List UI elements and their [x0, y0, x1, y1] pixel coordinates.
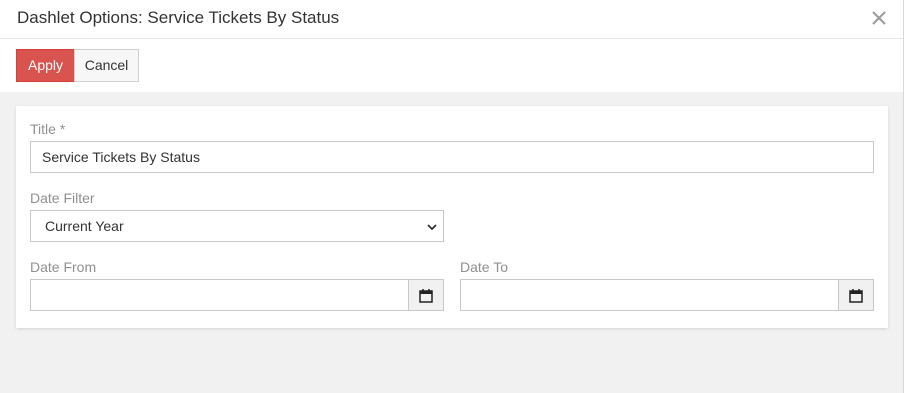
title-label: Title * — [30, 121, 66, 137]
apply-button[interactable]: Apply — [16, 49, 75, 82]
title-input[interactable]: Service Tickets By Status — [30, 141, 874, 173]
date-from-calendar-button[interactable] — [408, 279, 444, 311]
date-to-label: Date To — [460, 259, 508, 275]
date-filter-select[interactable]: Current Year — [30, 210, 444, 242]
date-filter-label: Date Filter — [30, 190, 95, 206]
dialog-toolbar: Apply Cancel — [0, 39, 903, 92]
date-filter-value: Current Year — [45, 218, 124, 234]
cancel-button[interactable]: Cancel — [74, 49, 139, 82]
chevron-down-icon — [427, 224, 437, 231]
calendar-icon — [419, 289, 433, 303]
dialog-header: Dashlet Options: Service Tickets By Stat… — [0, 0, 903, 39]
date-from-input[interactable] — [30, 279, 410, 311]
dashlet-options-dialog: Dashlet Options: Service Tickets By Stat… — [0, 0, 904, 393]
date-to-input[interactable] — [460, 279, 840, 311]
dialog-title: Dashlet Options: Service Tickets By Stat… — [17, 8, 340, 27]
calendar-icon — [849, 289, 863, 303]
date-from-label: Date From — [30, 259, 97, 275]
date-to-calendar-button[interactable] — [838, 279, 874, 311]
options-form: Title * Service Tickets By Status Date F… — [16, 106, 888, 328]
close-icon[interactable] — [869, 8, 889, 28]
